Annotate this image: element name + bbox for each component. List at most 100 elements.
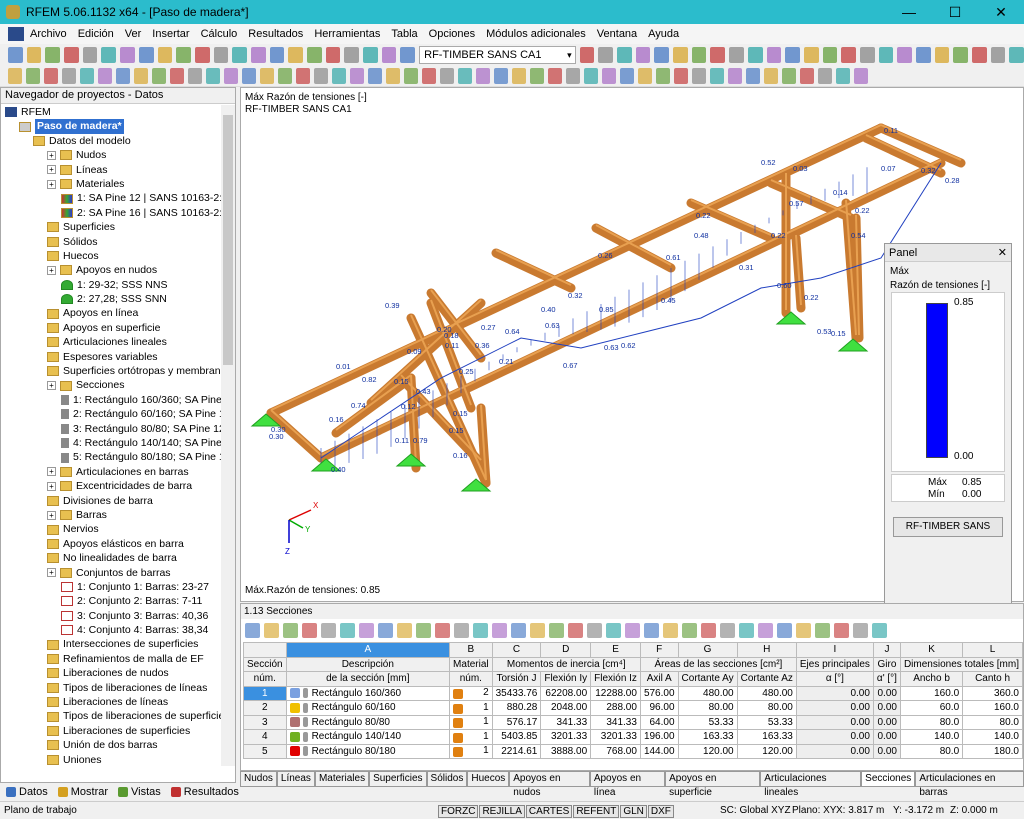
table-cell[interactable]: 0.00 [796,715,873,730]
status-toggle-button[interactable]: FORZC [438,805,478,818]
toolbar-icon[interactable] [314,68,328,84]
navigator-tab[interactable]: Resultados [171,786,239,798]
toolbar-icon[interactable] [458,68,472,84]
menu-item[interactable]: Archivo [30,28,67,40]
table-cell[interactable]: 3201.33 [541,730,591,745]
table-toolbar-icon[interactable] [416,623,431,638]
toolbar-icon[interactable] [530,68,544,84]
table-toolbar-icon[interactable] [853,623,868,638]
tree-item[interactable]: Tipos de liberaciones de superficies [1,709,222,723]
tree-item[interactable]: Apoyos en superficie [1,321,222,335]
tree-item[interactable]: Liberaciones de superficies [1,724,222,738]
toolbar-icon[interactable] [101,47,116,63]
table-cell[interactable]: 768.00 [591,744,641,759]
tree-item[interactable]: +Materiales [1,177,222,191]
table-cell[interactable]: 288.00 [591,701,641,716]
toolbar-icon[interactable] [785,47,800,63]
table-toolbar-icon[interactable] [663,623,678,638]
tree-item[interactable]: 2: Rectángulo 60/160; SA Pine 12 [1,407,222,421]
table-cell[interactable]: 0.00 [796,701,873,716]
toolbar-icon[interactable] [656,68,670,84]
column-letter[interactable]: C [492,643,541,658]
description-cell[interactable]: Rectángulo 80/80 [286,715,449,730]
toolbar-icon[interactable] [158,47,173,63]
toolbar-icon[interactable] [242,68,256,84]
row-number[interactable]: 3 [244,715,287,730]
menu-item[interactable]: Ver [125,28,142,40]
table-toolbar-icon[interactable] [473,623,488,638]
toolbar-icon[interactable] [748,47,763,63]
table-toolbar-icon[interactable] [568,623,583,638]
table-tab[interactable]: Articulaciones en barras [915,771,1024,787]
toolbar-icon[interactable] [134,68,148,84]
toolbar-icon[interactable] [580,47,595,63]
table-tab[interactable]: Articulaciones lineales [760,771,861,787]
tree-item[interactable]: +Excentricidades de barra [1,479,222,493]
toolbar-icon[interactable] [841,47,856,63]
toolbar-icon[interactable] [638,68,652,84]
row-number[interactable]: 2 [244,701,287,716]
table-cell[interactable]: 96.00 [640,701,678,716]
material-cell[interactable]: 1 [450,730,493,745]
expand-icon[interactable]: + [47,511,56,520]
toolbar-icon[interactable] [232,47,247,63]
tree-item[interactable]: 1: 29-32; SSS NNS [1,278,222,292]
table-cell[interactable]: 0.00 [796,730,873,745]
table-toolbar-icon[interactable] [549,623,564,638]
table-cell[interactable]: 0.00 [796,744,873,759]
table-cell[interactable]: 35433.76 [492,686,541,701]
table-cell[interactable]: 140.0 [963,730,1023,745]
toolbar-icon[interactable] [602,68,616,84]
tree-item[interactable]: 3: Rectángulo 80/80; SA Pine 12 [1,422,222,436]
table-toolbar-icon[interactable] [245,623,260,638]
expand-icon[interactable]: + [47,266,56,275]
expand-icon[interactable]: + [47,482,56,491]
expand-icon[interactable]: + [47,381,56,390]
tree-item[interactable]: 4: Rectángulo 140/140; SA Pine 1 [1,436,222,450]
toolbar-icon[interactable] [404,68,418,84]
expand-icon[interactable]: + [47,180,56,189]
table-cell[interactable]: 360.0 [963,686,1023,701]
tree-item[interactable]: Uniones [1,753,222,766]
toolbar-icon[interactable] [710,68,724,84]
table-cell[interactable]: 160.0 [900,686,962,701]
table-toolbar-icon[interactable] [435,623,450,638]
toolbar-icon[interactable] [692,68,706,84]
toolbar-icon[interactable] [854,68,868,84]
toolbar-icon[interactable] [972,47,987,63]
table-cell[interactable]: 480.00 [678,686,737,701]
table-tab[interactable]: Apoyos en línea [590,771,665,787]
table-tab[interactable]: Líneas [277,771,315,787]
table-row[interactable]: 1Rectángulo 160/360235433.7662208.001228… [244,686,1023,701]
sections-table[interactable]: ABCDEFGHIJKLSecciónDescripciónMaterialMo… [243,642,1023,759]
tree-item[interactable]: Espesores variables [1,350,222,364]
table-cell[interactable]: 180.0 [963,744,1023,759]
toolbar-icon[interactable] [935,47,950,63]
toolbar-icon[interactable] [512,68,526,84]
tree-item[interactable]: +Conjuntos de barras [1,566,222,580]
table-toolbar-icon[interactable] [340,623,355,638]
toolbar-icon[interactable] [804,47,819,63]
table-cell[interactable]: 0.00 [873,744,900,759]
toolbar-icon[interactable] [386,68,400,84]
table-cell[interactable]: 80.0 [900,715,962,730]
column-letter[interactable]: I [796,643,873,658]
toolbar-icon[interactable] [953,47,968,63]
toolbar-icon[interactable] [307,47,322,63]
tree-item[interactable]: +Nudos [1,148,222,162]
table-cell[interactable]: 144.00 [640,744,678,759]
toolbar-icon[interactable] [818,68,832,84]
table-cell[interactable]: 576.00 [640,686,678,701]
load-case-select[interactable]: RF-TIMBER SANS CA1 [419,46,576,64]
status-toggle-button[interactable]: GLN [620,805,647,818]
table-cell[interactable]: 140.0 [900,730,962,745]
toolbar-icon[interactable] [214,47,229,63]
table-cell[interactable]: 163.33 [737,730,796,745]
toolbar-icon[interactable] [195,47,210,63]
table-toolbar-icon[interactable] [796,623,811,638]
toolbar-icon[interactable] [363,47,378,63]
table-cell[interactable]: 53.33 [678,715,737,730]
table-row[interactable]: 4Rectángulo 140/14015403.853201.333201.3… [244,730,1023,745]
toolbar-icon[interactable] [440,68,454,84]
toolbar-icon[interactable] [288,47,303,63]
